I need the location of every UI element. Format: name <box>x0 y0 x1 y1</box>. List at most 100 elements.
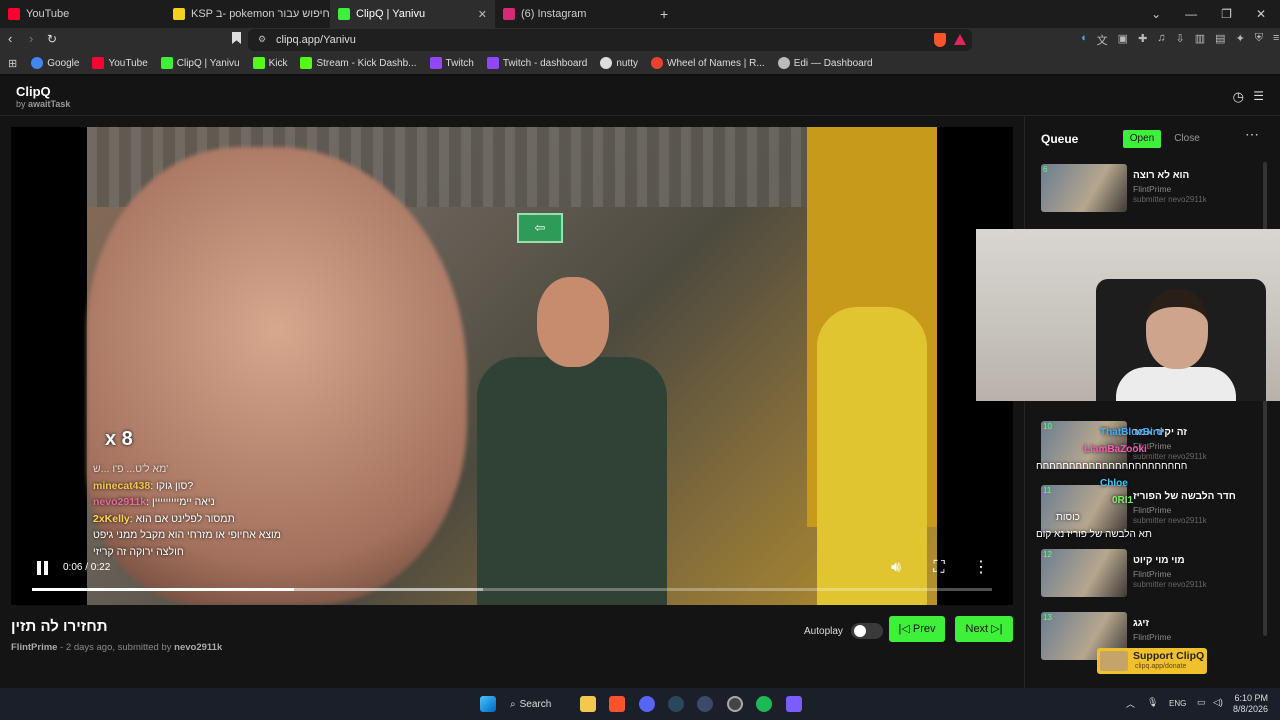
queue-open-button[interactable]: Open <box>1123 130 1161 148</box>
chat-line: minecat438: סון גוקו? <box>93 478 313 495</box>
bookmark-label: Kick <box>268 57 288 69</box>
puzzle-icon[interactable]: ✚ <box>1138 32 1147 48</box>
steam-icon[interactable] <box>668 696 684 712</box>
queue-submitter: submitter nevo2911k <box>1133 580 1207 589</box>
new-tab-icon[interactable]: + <box>660 6 668 22</box>
tray-overflow-icon[interactable]: ︿ <box>1126 697 1135 710</box>
bookmark-label: Twitch - dashboard <box>502 57 588 69</box>
fullscreen-icon[interactable]: ⛶ <box>928 557 950 579</box>
video-player[interactable]: ⇦ x 8 מא ל'ט... פ'ו ...ש' minecat438: סו… <box>11 127 1013 605</box>
chat-line: LiamBaZooki <box>1084 444 1147 455</box>
leo-icon[interactable]: ✦ <box>1236 32 1245 48</box>
chat-text: : ניאה יימייייייייין <box>146 496 215 508</box>
chat-line: nevo2911k: ניאה יימייייייייין <box>93 494 313 511</box>
volume-icon[interactable]: 🔊︎ <box>885 557 907 579</box>
site-info-icon[interactable]: ⚙ <box>258 34 266 45</box>
vpn-icon[interactable]: ⛨ <box>1255 32 1263 48</box>
obs-icon[interactable] <box>727 696 743 712</box>
close-tab-icon[interactable]: ✕ <box>478 8 487 21</box>
bookmark-label: Google <box>47 57 80 69</box>
tab-clipq[interactable]: ClipQ | Yanivu ✕ <box>330 0 495 28</box>
bookmark-kick[interactable]: Kick <box>252 57 288 69</box>
settings-sliders-icon[interactable]: ☰ <box>1253 89 1264 103</box>
next-label: Next <box>965 623 989 635</box>
prev-button[interactable]: |◁ Prev <box>889 616 945 642</box>
queue-title: זיגג <box>1133 618 1150 629</box>
music-icon[interactable]: ♫ <box>1157 32 1165 48</box>
tab-instagram[interactable]: (6) Instagram <box>495 0 660 28</box>
app-icon[interactable] <box>786 696 802 712</box>
extension-icon[interactable]: ◖ <box>1080 32 1087 48</box>
queue-close-button[interactable]: Close <box>1169 130 1205 148</box>
support-clipq-banner[interactable]: Support ClipQ clipq.app/donate <box>1097 648 1207 674</box>
app-title[interactable]: ClipQ <box>16 84 1264 99</box>
clip-submitter[interactable]: nevo2911k <box>174 642 222 653</box>
queue-item[interactable]: 12 מוי מוי קיוט FlintPrime submitter nev… <box>1041 549 1261 597</box>
bookmark-twitch[interactable]: Twitch <box>429 57 474 69</box>
queue-thumbnail <box>1041 549 1127 597</box>
taskbar-search[interactable]: ⌕ Search <box>510 694 566 714</box>
pause-icon[interactable] <box>37 561 51 577</box>
skip-back-icon: |◁ <box>898 623 913 635</box>
clip-author[interactable]: FlintPrime <box>11 642 57 653</box>
nutty-icon <box>600 57 613 69</box>
queue-number: 13 <box>1043 613 1052 622</box>
microphone-icon[interactable]: 🎙︎ <box>1147 697 1158 708</box>
discord-icon[interactable] <box>639 696 655 712</box>
queue-menu-icon[interactable]: ⋯ <box>1245 126 1259 143</box>
forward-icon[interactable]: › <box>29 31 33 46</box>
menu-icon[interactable]: ≡ <box>1273 32 1279 48</box>
bookmark-youtube[interactable]: YouTube <box>92 57 148 69</box>
download-icon[interactable]: ⇩ <box>1176 32 1185 48</box>
url-field[interactable]: ⚙ clipq.app/Yanivu <box>248 29 972 51</box>
brave-browser-icon[interactable] <box>609 696 625 712</box>
skip-forward-icon: ▷| <box>988 623 1003 635</box>
byline-author[interactable]: awaitTask <box>28 99 70 109</box>
bookmark-label: ClipQ | Yanivu <box>176 57 240 69</box>
extension-icon[interactable]: ▣ <box>1118 32 1128 48</box>
input-language[interactable]: ENG <box>1169 699 1186 708</box>
sidebar-icon[interactable]: ▥ <box>1195 32 1205 48</box>
bookmark-icon[interactable] <box>232 32 241 44</box>
app-header: ClipQ by awaitTask ◷ ☰ <box>0 76 1280 116</box>
exit-sign: ⇦ <box>517 213 563 243</box>
spotify-icon[interactable] <box>756 696 772 712</box>
close-window-icon[interactable]: ✕ <box>1256 7 1266 21</box>
chat-line: מא ל'ט... פ'ו ...ש' <box>93 461 313 478</box>
bookmark-kick-dashboard[interactable]: Stream - Kick Dashb... <box>300 57 417 69</box>
youtube-icon <box>8 8 20 20</box>
bookmark-nutty[interactable]: nutty <box>600 57 638 69</box>
bookmark-wheel-of-names[interactable]: Wheel of Names | R... <box>651 57 765 69</box>
rewards-icon[interactable] <box>954 34 966 45</box>
next-button[interactable]: Next ▷| <box>955 616 1013 642</box>
brave-shield-icon[interactable] <box>934 33 946 47</box>
tab-youtube[interactable]: YouTube <box>0 0 165 28</box>
minimize-icon[interactable]: — <box>1185 7 1197 21</box>
maximize-icon[interactable]: ❐ <box>1221 7 1232 21</box>
translate-icon[interactable]: 文 <box>1097 32 1108 48</box>
tab-ksp[interactable]: KSP ב- pokemon תוצאות חיפוש עבור <box>165 0 330 28</box>
bookmark-twitch-dashboard[interactable]: Twitch - dashboard <box>486 57 588 69</box>
windows-start-icon[interactable] <box>480 696 496 712</box>
bookmark-google[interactable]: Google <box>31 57 79 69</box>
app-icon[interactable] <box>697 696 713 712</box>
queue-submitter: submitter nevo2911k <box>1133 195 1207 204</box>
bookmark-edi-dashboard[interactable]: Edi — Dashboard <box>777 57 873 69</box>
reload-icon[interactable]: ↻ <box>47 32 57 46</box>
history-icon[interactable]: ◷ <box>1233 89 1244 105</box>
speaker-icon[interactable]: ◁) <box>1213 697 1223 708</box>
queue-item[interactable]: 6 הוא לא רוצה FlintPrime submitter nevo2… <box>1041 164 1261 212</box>
apps-grid-icon[interactable]: ⊞ <box>8 57 17 70</box>
back-icon[interactable]: ‹ <box>8 31 12 46</box>
video-progress-bar[interactable] <box>32 588 992 591</box>
file-explorer-icon[interactable] <box>580 696 596 712</box>
chat-text: : סון גוקו? <box>150 479 194 492</box>
autoplay-toggle[interactable] <box>850 623 883 639</box>
clock[interactable]: 6:10 PM 8/8/2026 <box>1233 693 1268 715</box>
bookmark-clipq[interactable]: ClipQ | Yanivu <box>160 57 240 69</box>
clock-time: 6:10 PM <box>1234 693 1268 703</box>
wallet-icon[interactable]: ▤ <box>1215 32 1225 48</box>
network-icon[interactable]: ▭ <box>1197 697 1206 708</box>
tab-list-icon[interactable]: ⌄ <box>1151 7 1161 21</box>
more-options-icon[interactable]: ⋮ <box>970 557 992 579</box>
